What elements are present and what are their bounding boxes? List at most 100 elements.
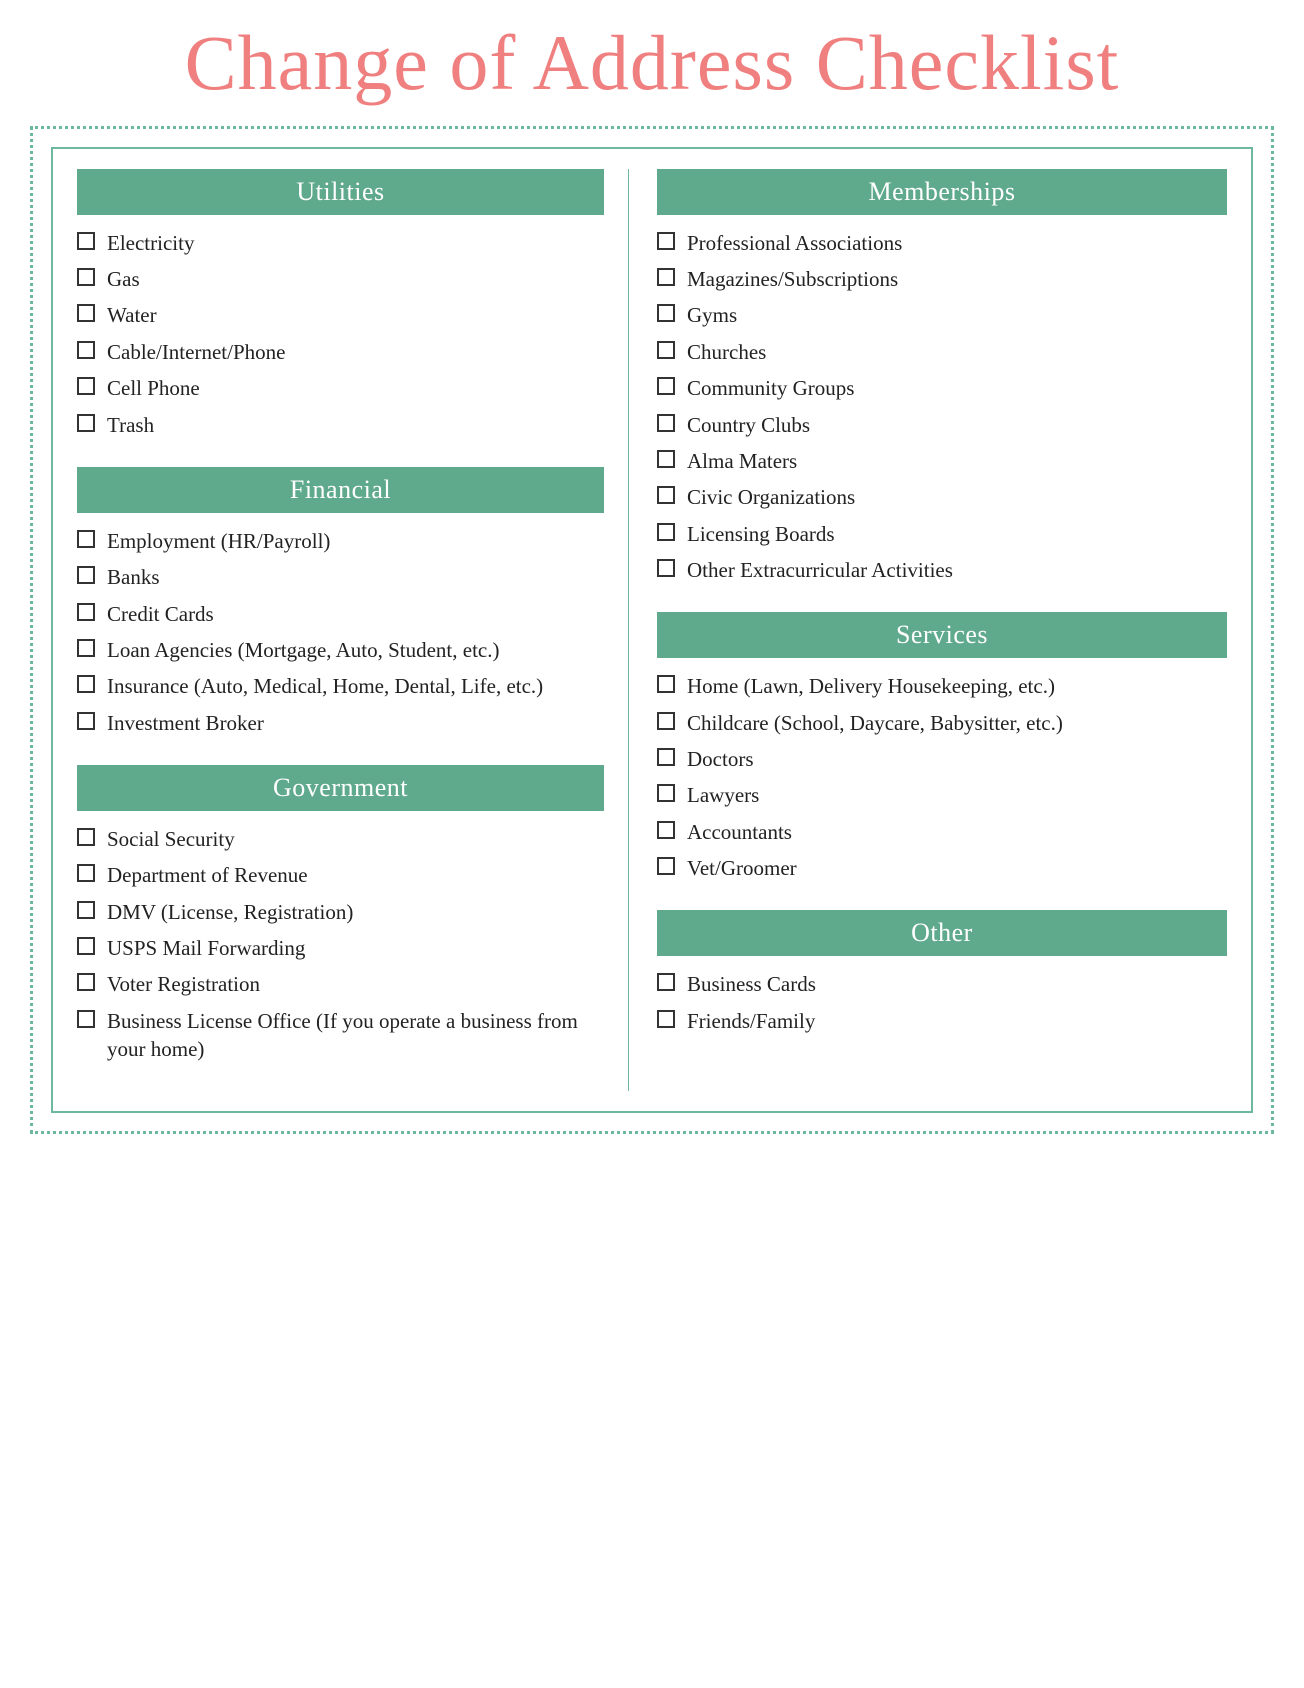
checklist-utilities: Electricity Gas Water Cable/Internet/Pho… <box>77 229 604 439</box>
list-item[interactable]: Home (Lawn, Delivery Housekeeping, etc.) <box>657 672 1227 700</box>
section-header-other: Other <box>657 910 1227 956</box>
checkbox[interactable] <box>77 304 95 322</box>
list-item[interactable]: Licensing Boards <box>657 520 1227 548</box>
item-text: Department of Revenue <box>107 861 604 889</box>
list-item[interactable]: Magazines/Subscriptions <box>657 265 1227 293</box>
list-item[interactable]: Investment Broker <box>77 709 604 737</box>
item-text: Country Clubs <box>687 411 1227 439</box>
item-text: Employment (HR/Payroll) <box>107 527 604 555</box>
list-item[interactable]: Accountants <box>657 818 1227 846</box>
list-item[interactable]: Business License Office (If you operate … <box>77 1007 604 1064</box>
checkbox[interactable] <box>657 232 675 250</box>
list-item[interactable]: Cable/Internet/Phone <box>77 338 604 366</box>
list-item[interactable]: Country Clubs <box>657 411 1227 439</box>
outer-border: Utilities Electricity Gas Water Cable/In… <box>30 126 1274 1135</box>
item-text: Childcare (School, Daycare, Babysitter, … <box>687 709 1227 737</box>
checkbox[interactable] <box>657 712 675 730</box>
list-item[interactable]: Social Security <box>77 825 604 853</box>
item-text: Water <box>107 301 604 329</box>
list-item[interactable]: Trash <box>77 411 604 439</box>
list-item[interactable]: Alma Maters <box>657 447 1227 475</box>
list-item[interactable]: Credit Cards <box>77 600 604 628</box>
checkbox[interactable] <box>657 748 675 766</box>
checkbox[interactable] <box>657 268 675 286</box>
list-item[interactable]: Vet/Groomer <box>657 854 1227 882</box>
checkbox[interactable] <box>77 341 95 359</box>
list-item[interactable]: Professional Associations <box>657 229 1227 257</box>
checkbox[interactable] <box>657 304 675 322</box>
item-text: Cable/Internet/Phone <box>107 338 604 366</box>
item-text: Business License Office (If you operate … <box>107 1007 604 1064</box>
section-government: Government Social Security Department of… <box>77 765 604 1063</box>
item-text: Community Groups <box>687 374 1227 402</box>
checkbox[interactable] <box>657 341 675 359</box>
checkbox[interactable] <box>77 973 95 991</box>
list-item[interactable]: Other Extracurricular Activities <box>657 556 1227 584</box>
list-item[interactable]: Gyms <box>657 301 1227 329</box>
checkbox[interactable] <box>657 675 675 693</box>
checkbox[interactable] <box>77 639 95 657</box>
checkbox[interactable] <box>77 901 95 919</box>
checkbox[interactable] <box>657 523 675 541</box>
checkbox[interactable] <box>77 603 95 621</box>
item-text: Doctors <box>687 745 1227 773</box>
item-text: Trash <box>107 411 604 439</box>
checkbox[interactable] <box>77 566 95 584</box>
checkbox[interactable] <box>77 377 95 395</box>
list-item[interactable]: Childcare (School, Daycare, Babysitter, … <box>657 709 1227 737</box>
checkbox[interactable] <box>77 414 95 432</box>
item-text: Gyms <box>687 301 1227 329</box>
item-text: Accountants <box>687 818 1227 846</box>
item-text: DMV (License, Registration) <box>107 898 604 926</box>
checkbox[interactable] <box>77 675 95 693</box>
checkbox[interactable] <box>657 857 675 875</box>
checkbox[interactable] <box>657 784 675 802</box>
checkbox[interactable] <box>77 530 95 548</box>
checkbox[interactable] <box>657 559 675 577</box>
list-item[interactable]: Friends/Family <box>657 1007 1227 1035</box>
checkbox[interactable] <box>657 486 675 504</box>
checkbox[interactable] <box>77 828 95 846</box>
list-item[interactable]: Employment (HR/Payroll) <box>77 527 604 555</box>
checkbox[interactable] <box>77 268 95 286</box>
list-item[interactable]: Churches <box>657 338 1227 366</box>
list-item[interactable]: Business Cards <box>657 970 1227 998</box>
list-item[interactable]: Loan Agencies (Mortgage, Auto, Student, … <box>77 636 604 664</box>
checkbox[interactable] <box>77 937 95 955</box>
item-text: Alma Maters <box>687 447 1227 475</box>
checkbox[interactable] <box>77 712 95 730</box>
checkbox[interactable] <box>657 973 675 991</box>
item-text: Churches <box>687 338 1227 366</box>
list-item[interactable]: USPS Mail Forwarding <box>77 934 604 962</box>
checklist-financial: Employment (HR/Payroll) Banks Credit Car… <box>77 527 604 737</box>
checkbox[interactable] <box>657 1010 675 1028</box>
section-header-government: Government <box>77 765 604 811</box>
checkbox[interactable] <box>77 1010 95 1028</box>
list-item[interactable]: Community Groups <box>657 374 1227 402</box>
item-text: Banks <box>107 563 604 591</box>
checkbox[interactable] <box>77 232 95 250</box>
checkbox[interactable] <box>657 377 675 395</box>
list-item[interactable]: Insurance (Auto, Medical, Home, Dental, … <box>77 672 604 700</box>
list-item[interactable]: Cell Phone <box>77 374 604 402</box>
section-services: Services Home (Lawn, Delivery Housekeepi… <box>657 612 1227 882</box>
list-item[interactable]: Electricity <box>77 229 604 257</box>
list-item[interactable]: Banks <box>77 563 604 591</box>
list-item[interactable]: Lawyers <box>657 781 1227 809</box>
right-column: Memberships Professional Associations Ma… <box>629 169 1227 1092</box>
list-item[interactable]: Doctors <box>657 745 1227 773</box>
list-item[interactable]: Civic Organizations <box>657 483 1227 511</box>
item-text: Magazines/Subscriptions <box>687 265 1227 293</box>
list-item[interactable]: Department of Revenue <box>77 861 604 889</box>
list-item[interactable]: Gas <box>77 265 604 293</box>
checkbox[interactable] <box>657 414 675 432</box>
checkbox[interactable] <box>657 450 675 468</box>
checkbox[interactable] <box>77 864 95 882</box>
checkbox[interactable] <box>657 821 675 839</box>
list-item[interactable]: DMV (License, Registration) <box>77 898 604 926</box>
item-text: Electricity <box>107 229 604 257</box>
list-item[interactable]: Voter Registration <box>77 970 604 998</box>
list-item[interactable]: Water <box>77 301 604 329</box>
section-utilities: Utilities Electricity Gas Water Cable/In… <box>77 169 604 439</box>
checklist-columns: Utilities Electricity Gas Water Cable/In… <box>77 169 1227 1092</box>
